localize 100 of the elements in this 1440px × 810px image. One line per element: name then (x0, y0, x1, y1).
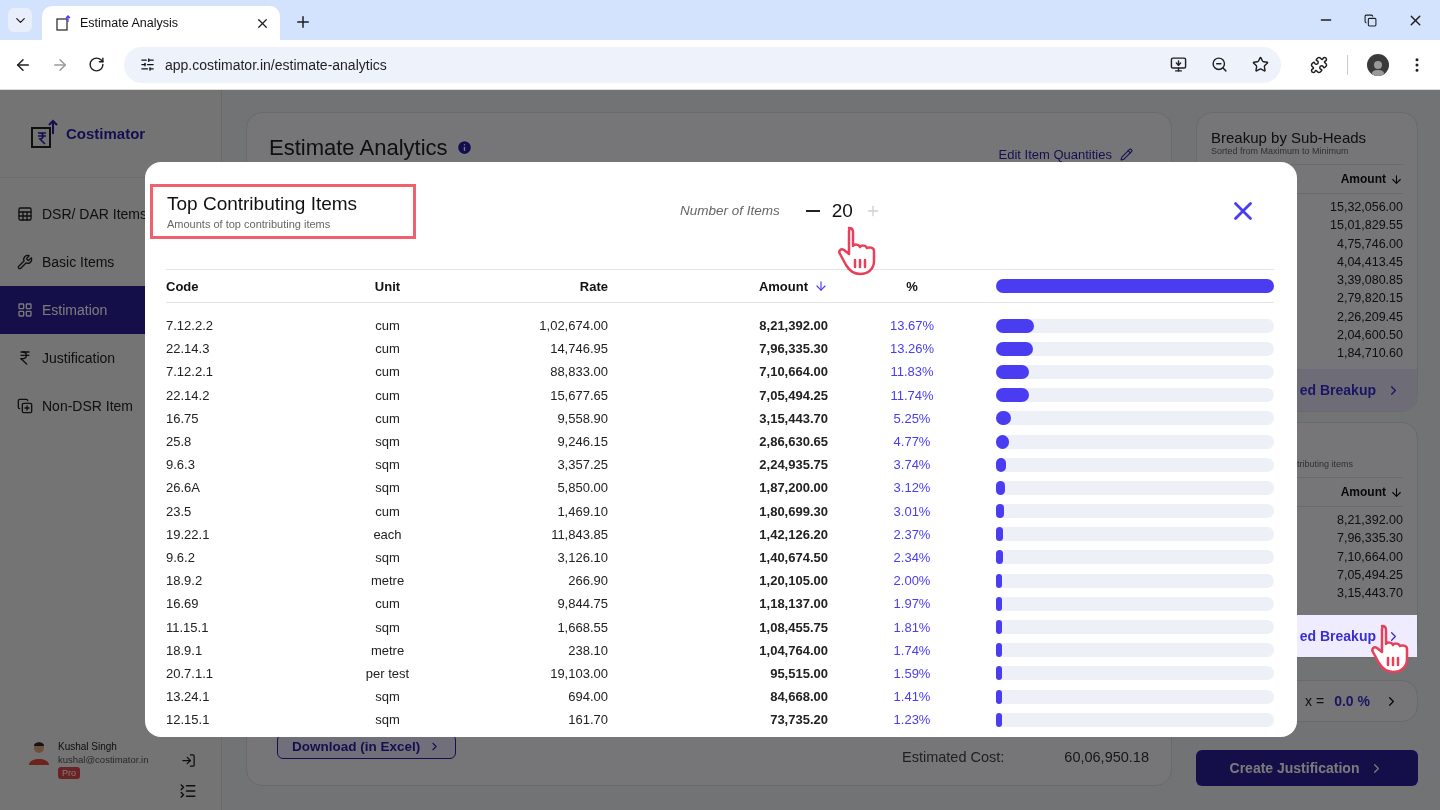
new-tab-icon[interactable] (294, 13, 312, 31)
column-header[interactable]: Amount (608, 278, 828, 294)
unit-cell-text: sqm (374, 480, 401, 496)
percent-cell-text: 3.01% (892, 503, 932, 519)
code-cell-text: 25.8 (166, 434, 193, 450)
percent-cell-text: 1.81% (892, 619, 932, 635)
rate-cell-text: 11,843.85 (550, 526, 608, 542)
rate-cell-text: 9,844.75 (556, 596, 608, 612)
unit-cell-text: sqm (374, 549, 401, 565)
sidebar-label: Non-DSR Item (42, 398, 134, 414)
count-value: 20 (831, 199, 853, 222)
code-cell-text: 18.9.1 (166, 642, 204, 658)
amount-cell-text: 2,26,209.45 (1336, 308, 1403, 326)
code-cell-text: 11.15.1 (166, 619, 210, 635)
percent-cell-text: 1.59% (892, 665, 932, 681)
tab-list-button[interactable] (8, 8, 32, 32)
count-label: Number of Items (680, 203, 780, 218)
amount-cell-text: 8,21,392.00 (1336, 512, 1403, 529)
amount-cell-text: 7,05,494.25 (1336, 566, 1403, 584)
amount-cell-text: 7,10,664.00 (758, 364, 828, 380)
extensions-icon[interactable] (1310, 55, 1328, 74)
unit-cell-text: cum (374, 364, 401, 380)
amount-cell-text: 15,32,056.00 (1330, 199, 1403, 216)
amount-cell-text: 3,15,443.70 (758, 410, 828, 426)
page-title: Estimate Analytics (269, 134, 448, 161)
brand-name: Costimator (66, 125, 146, 142)
rate-cell-text: 9,558.90 (556, 410, 608, 426)
browser-tab[interactable]: Estimate Analysis (42, 6, 280, 40)
grid-icon (17, 302, 33, 318)
code-cell-text: 22.14.2 (166, 387, 211, 403)
percent-cell-text: 1.23% (892, 712, 932, 728)
modal-subtitle: Amounts of top contributing items (167, 218, 332, 230)
code-cell-text: 26.6A (166, 480, 201, 496)
info-icon[interactable] (455, 139, 473, 156)
app-logo-icon (56, 15, 72, 31)
estimated-cost-value: 60,06,950.18 (1064, 749, 1149, 765)
rate-cell-text: 1,469.10 (556, 503, 608, 519)
amount-cell-text: 7,10,664.00 (1336, 548, 1403, 566)
amount-cell-text: 1,42,126.20 (758, 526, 828, 542)
percent-cell-text: 11.74% (889, 387, 935, 403)
amount-cell-text: 1,87,200.00 (758, 480, 828, 496)
decrement-button[interactable] (805, 209, 820, 212)
amount-cell-text: 2,24,935.75 (758, 457, 828, 473)
percent-cell-text: 2.37% (892, 526, 932, 542)
amount-cell-text: 73,735.20 (769, 712, 828, 728)
rate-cell-text: 14,746.95 (549, 341, 608, 357)
percent-cell-text: 4.77% (892, 434, 932, 450)
reload-icon[interactable] (88, 56, 105, 73)
amount-cell-text: 2,04,600.50 (1336, 327, 1403, 345)
card-subtitle: tributing items (1297, 459, 1355, 469)
card-title: Breakup by Sub-Heads (1211, 129, 1368, 146)
unit-cell-text: sqm (374, 434, 401, 450)
amount-cell-text: 1,84,710.60 (1336, 345, 1403, 363)
amount-cell-text: 2,79,820.15 (1336, 290, 1403, 308)
unit-cell-text: cum (374, 410, 401, 426)
rate-cell-text: 3,357.25 (556, 457, 608, 473)
amount-cell-text: 2,86,630.65 (758, 434, 828, 450)
sidebar-label: Justification (42, 350, 116, 366)
unit-cell-text: per test (364, 665, 411, 681)
rate-cell-text: 88,833.00 (549, 364, 608, 380)
star-icon[interactable] (1252, 56, 1269, 73)
rate-cell-text: 3,126.10 (556, 549, 608, 565)
login-icon[interactable] (179, 753, 197, 768)
percent-cell-text: 13.26% (888, 341, 936, 357)
code-cell-text: 22.14.3 (166, 341, 211, 357)
address-bar[interactable]: app.costimator.in/estimate-analytics (124, 46, 1281, 83)
percent-cell-text: 11.83% (889, 364, 935, 380)
rate-cell-text: 161.70 (567, 712, 608, 728)
zoom-icon[interactable] (1211, 56, 1228, 73)
amount-cell-text: 7,96,335.30 (758, 341, 828, 357)
column-header[interactable]: Rate (455, 278, 608, 294)
create-justification-button[interactable]: Create Justification (1196, 750, 1418, 786)
column-header[interactable]: % (828, 278, 996, 294)
rate-cell-text: 238.10 (567, 642, 608, 658)
amount-cell-text: 3,15,443.70 (1336, 585, 1403, 603)
amount-cell-text: 3,39,080.85 (1336, 272, 1403, 290)
profile-avatar[interactable] (1367, 53, 1389, 76)
unit-cell-text: sqm (374, 619, 401, 635)
rate-cell-text: 1,02,674.00 (538, 318, 608, 334)
percent-cell-text: 5.25% (892, 410, 932, 426)
edit-quantities-link[interactable]: Edit Item Quantities (998, 147, 1133, 162)
unit-cell-text: sqm (374, 457, 401, 473)
column-header[interactable]: Unit (320, 278, 455, 294)
amount-cell-text: 8,21,392.00 (758, 318, 828, 334)
collapse-menu-icon[interactable] (179, 782, 197, 800)
amount-cell-text: 1,40,674.50 (758, 549, 828, 565)
code-cell-text: 16.75 (166, 410, 200, 426)
site-settings-icon[interactable] (140, 57, 155, 72)
tab-title: Estimate Analysis (80, 16, 179, 30)
unit-cell-text: metre (369, 573, 406, 589)
add-square-icon (17, 398, 33, 414)
pencil-icon (1120, 148, 1133, 161)
restore-icon[interactable] (1364, 11, 1377, 29)
amount-cell-text: 15,01,829.55 (1330, 217, 1403, 235)
unit-cell-text: sqm (374, 689, 401, 705)
sidebar-label: Estimation (42, 302, 108, 318)
rate-cell-text: 15,677.65 (549, 387, 608, 403)
install-icon[interactable] (1170, 56, 1187, 73)
percent-cell-text: 1.74% (892, 642, 932, 658)
percent-cell-text: 13.67% (888, 318, 936, 334)
